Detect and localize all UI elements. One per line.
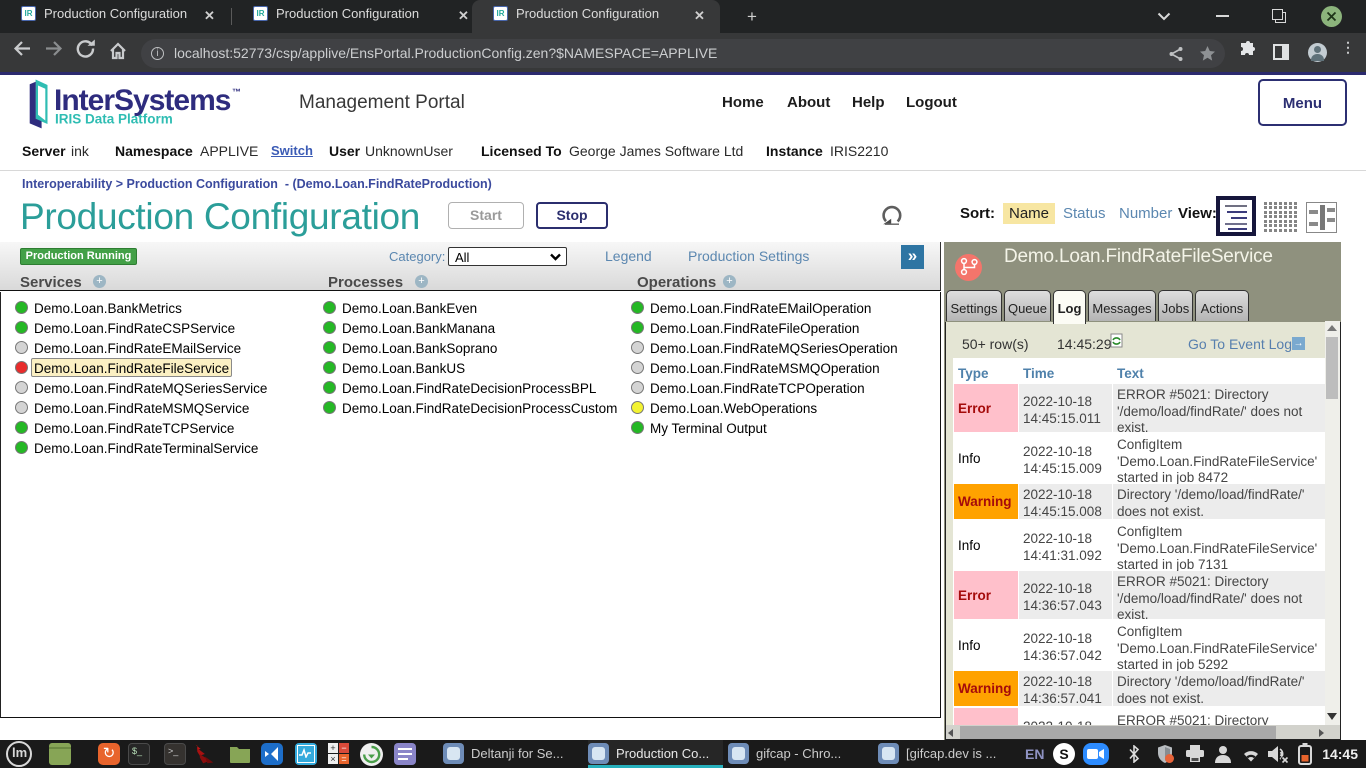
svg-text:IRIS Data Platform: IRIS Data Platform: [55, 112, 173, 127]
svg-text:™: ™: [232, 87, 241, 97]
